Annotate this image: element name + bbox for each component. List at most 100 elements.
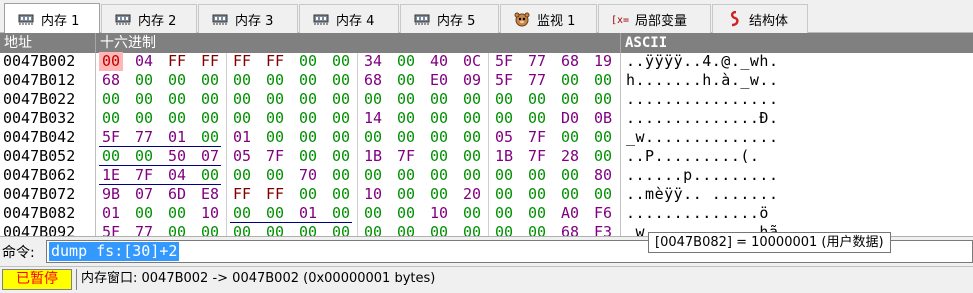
- hex-byte[interactable]: 00: [460, 147, 484, 166]
- hex-byte[interactable]: 00: [558, 185, 582, 204]
- hex-byte[interactable]: 00: [263, 166, 287, 185]
- row-address[interactable]: 0047B042: [3, 128, 75, 147]
- hex-byte[interactable]: 7F: [132, 166, 156, 185]
- hex-byte[interactable]: FF: [263, 52, 287, 71]
- hex-byte[interactable]: 00: [394, 166, 418, 185]
- hex-byte[interactable]: 00: [394, 185, 418, 204]
- hex-byte[interactable]: 01: [230, 128, 254, 147]
- ascii-row[interactable]: ......p.........: [626, 166, 779, 185]
- hex-byte[interactable]: 00: [132, 90, 156, 109]
- hex-byte[interactable]: 00: [329, 223, 353, 236]
- hex-byte[interactable]: 00: [329, 52, 353, 71]
- hex-byte[interactable]: A0: [558, 204, 582, 223]
- hex-row[interactable]: 1E 7F 04 00 00 00 70 00 00 00 00 00 00 00 00 80: [96, 166, 621, 185]
- hex-byte[interactable]: 04: [132, 52, 156, 71]
- hex-byte[interactable]: 00: [263, 128, 287, 147]
- hex-byte[interactable]: 00: [198, 128, 222, 147]
- hex-byte[interactable]: 00: [460, 109, 484, 128]
- hex-byte[interactable]: 00: [263, 71, 287, 90]
- hex-byte[interactable]: 00: [263, 204, 287, 223]
- tab-8[interactable]: 结构体: [712, 4, 808, 33]
- hex-byte[interactable]: 00: [230, 109, 254, 128]
- hex-byte[interactable]: 00: [329, 90, 353, 109]
- hex-byte[interactable]: 00: [361, 128, 385, 147]
- hex-byte[interactable]: 00: [558, 128, 582, 147]
- hex-byte[interactable]: 00: [198, 90, 222, 109]
- hex-byte[interactable]: 70: [296, 166, 320, 185]
- tab-7[interactable]: [x=] 局部变量: [598, 4, 711, 33]
- hex-byte[interactable]: 40: [427, 52, 451, 71]
- tab-5[interactable]: 内存 5: [400, 4, 499, 33]
- ascii-row[interactable]: _w..............: [626, 128, 779, 147]
- tab-2[interactable]: 内存 2: [101, 4, 197, 33]
- hex-byte[interactable]: 68: [99, 71, 123, 90]
- hex-byte[interactable]: F3: [591, 223, 615, 236]
- hex-byte[interactable]: 00: [492, 109, 516, 128]
- hex-byte[interactable]: 7F: [525, 147, 549, 166]
- ascii-column-header[interactable]: ASCII: [620, 33, 805, 53]
- hex-byte[interactable]: 00: [361, 90, 385, 109]
- hex-byte[interactable]: 00: [329, 147, 353, 166]
- hex-byte[interactable]: 00: [558, 71, 582, 90]
- tab-4[interactable]: 内存 4: [299, 4, 399, 33]
- hex-byte[interactable]: 05: [230, 147, 254, 166]
- hex-byte[interactable]: 00: [492, 204, 516, 223]
- hex-byte[interactable]: 00: [525, 204, 549, 223]
- hex-byte[interactable]: 00: [427, 166, 451, 185]
- hex-byte[interactable]: 00: [263, 223, 287, 236]
- hex-byte[interactable]: 00: [198, 109, 222, 128]
- hex-byte[interactable]: 00: [591, 185, 615, 204]
- hex-byte[interactable]: 5F: [99, 128, 123, 147]
- hex-byte[interactable]: 00: [394, 52, 418, 71]
- hex-byte[interactable]: 00: [296, 185, 320, 204]
- hex-byte[interactable]: 00: [296, 52, 320, 71]
- hex-row[interactable]: 68 00 00 00 00 00 00 00 68 00 E0 09 5F 77 00 00: [96, 71, 621, 90]
- hex-byte[interactable]: 00: [132, 204, 156, 223]
- hex-byte[interactable]: 00: [460, 204, 484, 223]
- hex-byte[interactable]: 28: [558, 147, 582, 166]
- hex-byte[interactable]: 09: [460, 71, 484, 90]
- hex-byte[interactable]: 00: [427, 147, 451, 166]
- hex-byte[interactable]: 00: [492, 185, 516, 204]
- hex-byte[interactable]: 00: [263, 109, 287, 128]
- hex-byte[interactable]: 00: [329, 166, 353, 185]
- row-address[interactable]: 0047B082: [3, 204, 75, 223]
- ascii-row[interactable]: ..P.........(.: [626, 147, 759, 166]
- hex-byte[interactable]: 00: [361, 204, 385, 223]
- row-address[interactable]: 0047B002: [3, 52, 75, 71]
- hex-byte[interactable]: 50: [165, 147, 189, 166]
- hex-byte[interactable]: F6: [591, 204, 615, 223]
- hex-byte[interactable]: 00: [591, 90, 615, 109]
- hex-byte[interactable]: 00: [198, 71, 222, 90]
- ascii-column[interactable]: ..ÿÿÿÿ..4.@._wh. h.......h.à._w..........…: [620, 52, 805, 236]
- hex-byte[interactable]: 00: [591, 71, 615, 90]
- hex-byte[interactable]: 00: [427, 128, 451, 147]
- hex-byte[interactable]: 00: [525, 90, 549, 109]
- hex-byte[interactable]: 00: [558, 90, 582, 109]
- hex-byte[interactable]: 7F: [394, 147, 418, 166]
- hex-byte[interactable]: 00: [460, 223, 484, 236]
- hex-byte[interactable]: 00: [329, 204, 353, 223]
- ascii-row[interactable]: ..ÿÿÿÿ..4.@._wh.: [626, 52, 779, 71]
- hex-byte[interactable]: 00: [132, 147, 156, 166]
- hex-byte[interactable]: 00: [230, 90, 254, 109]
- hex-byte[interactable]: 5F: [492, 71, 516, 90]
- tab-3[interactable]: 内存 3: [198, 4, 298, 33]
- hex-byte[interactable]: FF: [230, 185, 254, 204]
- hex-byte[interactable]: 00: [296, 147, 320, 166]
- address-column-header[interactable]: 地址: [0, 33, 95, 53]
- hex-byte[interactable]: 0C: [460, 52, 484, 71]
- hex-byte[interactable]: 00: [165, 90, 189, 109]
- hex-byte[interactable]: 00: [460, 90, 484, 109]
- hex-byte[interactable]: 00: [263, 90, 287, 109]
- row-address[interactable]: 0047B062: [3, 166, 75, 185]
- hex-byte[interactable]: 00: [361, 223, 385, 236]
- hex-byte[interactable]: 68: [558, 52, 582, 71]
- hex-byte[interactable]: 77: [525, 71, 549, 90]
- hex-column-header[interactable]: 十六进制: [95, 33, 620, 53]
- hex-byte[interactable]: 19: [591, 52, 615, 71]
- hex-byte[interactable]: 14: [361, 109, 385, 128]
- hex-byte[interactable]: E0: [427, 71, 451, 90]
- ascii-row[interactable]: h.......h.à._w..: [626, 71, 779, 90]
- hex-byte[interactable]: 5F: [492, 52, 516, 71]
